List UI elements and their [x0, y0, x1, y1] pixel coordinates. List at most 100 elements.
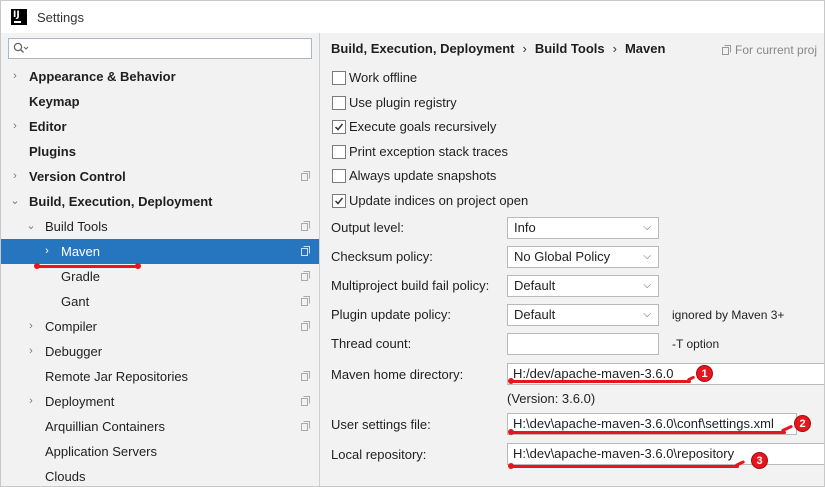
- thread-count-input[interactable]: [507, 333, 659, 355]
- sidebar-item-gant[interactable]: Gant: [1, 289, 319, 314]
- chevron-down-icon: ⌵: [643, 251, 651, 262]
- checkbox-label: Update indices on project open: [349, 193, 529, 208]
- user-settings-label: User settings file:: [331, 417, 431, 432]
- chevron-right-icon[interactable]: ›: [25, 389, 37, 414]
- annotation-dot: [34, 263, 40, 269]
- project-level-icon: [301, 171, 310, 181]
- maven-settings-panel: Build, Execution, Deployment › Build Tools…: [320, 33, 824, 486]
- sidebar-item-editor[interactable]: › Editor: [1, 114, 319, 139]
- sidebar-item-label: Maven: [61, 244, 101, 259]
- project-level-icon: [301, 321, 310, 331]
- chevron-down-icon[interactable]: ⌄: [25, 214, 37, 239]
- chevron-down-icon: ⌵: [643, 222, 651, 233]
- thread-count-hint: -T option: [672, 337, 720, 351]
- annotation-underline-user-settings: [511, 431, 786, 434]
- breadcrumb-separator: ›: [612, 41, 617, 56]
- sidebar-item-appearance-behavior[interactable]: › Appearance & Behavior: [1, 64, 319, 89]
- sidebar-item-label: Remote Jar Repositories: [45, 369, 189, 384]
- sidebar-item-label: Build, Execution, Deployment: [29, 194, 213, 209]
- project-icon: [722, 45, 731, 55]
- maven-version-text: (Version: 3.6.0): [507, 391, 596, 406]
- checksum-policy-label: Checksum policy:: [331, 249, 433, 264]
- sidebar-item-build-execution-deployment[interactable]: ⌄ Build, Execution, Deployment: [1, 189, 319, 214]
- annotation-underline-maven: [37, 265, 140, 268]
- breadcrumb-item: Build, Execution, Deployment: [331, 41, 515, 56]
- sidebar-item-plugins[interactable]: Plugins: [1, 139, 319, 164]
- settings-window: IJ Settings › Appearance & Behavior Keymap…: [0, 0, 825, 487]
- sidebar-item-debugger[interactable]: › Debugger: [1, 339, 319, 364]
- sidebar-item-label: Deployment: [45, 394, 115, 409]
- sidebar-item-arquillian-containers[interactable]: Arquillian Containers: [1, 414, 319, 439]
- settings-sidebar: › Appearance & Behavior Keymap › Editor Plugi…: [1, 33, 320, 486]
- plugin-update-policy-select[interactable]: Default ⌵: [507, 304, 659, 326]
- sidebar-item-label: Appearance & Behavior: [29, 69, 176, 84]
- breadcrumb: Build, Execution, Deployment › Build Tools…: [331, 41, 665, 56]
- project-level-icon: [301, 296, 310, 306]
- sidebar-item-label: Editor: [29, 119, 67, 134]
- sidebar-item-label: Clouds: [45, 469, 86, 484]
- sidebar-item-version-control[interactable]: › Version Control: [1, 164, 319, 189]
- sidebar-item-label: Plugins: [29, 144, 76, 159]
- project-level-icon: [301, 271, 310, 281]
- chevron-right-icon[interactable]: ›: [9, 64, 21, 89]
- thread-count-label: Thread count:: [331, 336, 412, 351]
- sidebar-item-clouds[interactable]: Clouds: [1, 464, 319, 486]
- checkbox-unchecked-icon[interactable]: [332, 144, 346, 159]
- chevron-down-icon[interactable]: ⌄: [9, 189, 21, 214]
- sidebar-item-label: Arquillian Containers: [45, 419, 165, 434]
- multiproject-fail-policy-select[interactable]: Default ⌵: [507, 275, 659, 297]
- local-repository-label: Local repository:: [331, 447, 427, 462]
- chevron-down-icon: ⌵: [643, 309, 651, 320]
- sidebar-item-compiler[interactable]: › Compiler: [1, 314, 319, 339]
- for-current-project-note: For current proj: [722, 43, 817, 57]
- plugin-update-hint: ignored by Maven 3+: [672, 308, 785, 322]
- chevron-down-icon: ⌵: [643, 280, 651, 291]
- checkbox-unchecked-icon[interactable]: [332, 95, 346, 110]
- checkbox-unchecked-icon[interactable]: [332, 71, 346, 85]
- maven-home-label: Maven home directory:: [331, 367, 464, 382]
- annotation-dot: [508, 463, 514, 469]
- project-level-icon: [301, 221, 310, 231]
- sidebar-item-label: Keymap: [29, 94, 80, 109]
- window-title: Settings: [37, 10, 84, 25]
- checkbox-label: Execute goals recursively: [349, 119, 497, 135]
- sidebar-item-maven[interactable]: › Maven: [1, 239, 319, 264]
- chevron-right-icon[interactable]: ›: [41, 239, 53, 264]
- search-input[interactable]: [8, 38, 312, 59]
- local-repository-input[interactable]: H:\dev\apache-maven-3.6.0\repository: [507, 443, 824, 465]
- title-bar: IJ Settings: [1, 1, 824, 33]
- sidebar-item-label: Gant: [61, 294, 90, 309]
- multiproject-fail-policy-value: Default: [514, 278, 556, 293]
- sidebar-item-deployment[interactable]: › Deployment: [1, 389, 319, 414]
- chevron-right-icon[interactable]: ›: [9, 164, 21, 189]
- annotation-dot: [135, 263, 141, 269]
- sidebar-item-remote-jar-repositories[interactable]: Remote Jar Repositories: [1, 364, 319, 389]
- checkbox-label: Always update snapshots: [349, 168, 497, 184]
- plugin-update-policy-label: Plugin update policy:: [331, 307, 451, 322]
- output-level-label: Output level:: [331, 220, 404, 235]
- sidebar-item-label: Application Servers: [45, 444, 157, 459]
- project-level-icon: [301, 371, 310, 381]
- project-level-icon: [301, 421, 310, 431]
- sidebar-item-application-servers[interactable]: Application Servers: [1, 439, 319, 464]
- project-level-icon: [301, 246, 310, 256]
- chevron-right-icon[interactable]: ›: [9, 114, 21, 139]
- checkbox-unchecked-icon[interactable]: [332, 169, 346, 184]
- plugin-update-policy-value: Default: [514, 307, 556, 322]
- output-level-select[interactable]: Info ⌵: [507, 217, 659, 239]
- sidebar-item-label: Version Control: [29, 169, 126, 184]
- sidebar-item-build-tools[interactable]: ⌄ Build Tools: [1, 214, 319, 239]
- sidebar-item-keymap[interactable]: Keymap: [1, 89, 319, 114]
- chevron-right-icon[interactable]: ›: [25, 314, 37, 339]
- checkbox-checked-icon[interactable]: [332, 120, 346, 135]
- breadcrumb-separator: ›: [522, 41, 527, 56]
- checkbox-checked-icon[interactable]: [332, 194, 346, 208]
- search-icon: [13, 42, 29, 53]
- annotation-badge-3: 3: [751, 452, 768, 469]
- checksum-policy-select[interactable]: No Global Policy ⌵: [507, 246, 659, 268]
- annotation-badge-2: 2: [794, 415, 811, 432]
- annotation-dot: [508, 378, 514, 384]
- project-level-icon: [301, 396, 310, 406]
- checkbox-label: Work offline: [349, 70, 418, 85]
- chevron-right-icon[interactable]: ›: [25, 339, 37, 364]
